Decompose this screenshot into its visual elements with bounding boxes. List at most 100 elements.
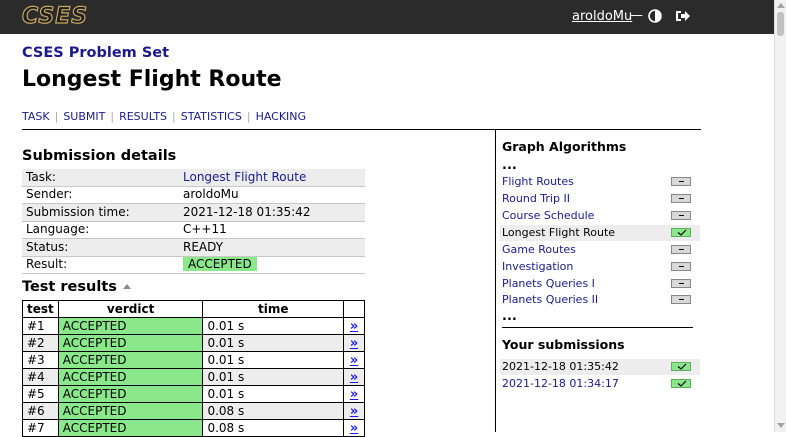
details-label: Task: (22, 169, 179, 187)
submission-item[interactable]: 2021-12-18 01:34:17 (500, 376, 700, 392)
sidebar-item-planets-queries-i[interactable]: Planets Queries I (500, 276, 700, 292)
nav-statistics[interactable]: STATISTICS (181, 110, 242, 123)
sidebar-ellipsis-bottom: ... (502, 309, 517, 324)
dash-icon (679, 249, 684, 250)
logout-icon[interactable] (675, 9, 691, 23)
test-verdict: ACCEPTED (57, 368, 204, 386)
checkmark-icon (677, 229, 687, 236)
details-label: Sender: (22, 186, 179, 204)
test-view-link[interactable]: » (350, 336, 358, 351)
details-row-task: Task: Longest Flight Route (22, 169, 365, 187)
test-number: #7 (22, 419, 59, 437)
test-results-table: test verdict time #1 ACCEPTED 0.01 s » #… (22, 300, 365, 437)
page-scrollbar[interactable] (774, 0, 786, 432)
test-time: 0.01 s (202, 317, 345, 335)
details-row-sender: Sender: aroldoMu (22, 186, 365, 204)
test-verdict: ACCEPTED (57, 419, 204, 437)
task-link[interactable]: Longest Flight Route (183, 170, 306, 184)
test-time: 0.01 s (202, 351, 345, 369)
user-separator: — (630, 8, 643, 23)
test-time: 0.08 s (202, 402, 345, 420)
sidebar-item-label: Longest Flight Route (502, 226, 616, 239)
username-link[interactable]: aroldoMu (572, 9, 632, 24)
table-row: #2 ACCEPTED 0.01 s » (22, 334, 365, 352)
test-time: 0.01 s (202, 334, 345, 352)
test-time: 0.01 s (202, 368, 345, 386)
nav-hacking[interactable]: HACKING (256, 110, 307, 123)
sidebar-item-label[interactable]: Planets Queries II (502, 292, 598, 308)
nav-submit[interactable]: SUBMIT (63, 110, 105, 123)
details-value: aroldoMu (179, 186, 365, 204)
sidebar-item-investigation[interactable]: Investigation (500, 259, 700, 275)
page-title: Longest Flight Route (22, 67, 282, 92)
details-label: Submission time: (22, 203, 179, 222)
task-status-unsolved (671, 194, 691, 203)
test-view-cell: » (343, 334, 365, 352)
dark-mode-icon[interactable] (648, 9, 662, 23)
dash-icon (679, 299, 684, 300)
sidebar-item-label[interactable]: Course Schedule (502, 208, 594, 224)
nav-results[interactable]: RESULTS (119, 110, 167, 123)
scroll-thumb[interactable] (777, 12, 784, 36)
submission-time-link[interactable]: 2021-12-18 01:34:17 (502, 376, 619, 392)
task-status-unsolved (671, 262, 691, 271)
column-header-time: time (202, 300, 345, 318)
column-header-link (343, 300, 365, 318)
task-status-unsolved (671, 245, 691, 254)
test-view-link[interactable]: » (350, 319, 358, 334)
details-value: 2021-12-18 01:35:42 (179, 203, 365, 222)
test-verdict: ACCEPTED (57, 385, 204, 403)
test-number: #1 (22, 317, 59, 335)
sidebar-item-label[interactable]: Planets Queries I (502, 276, 595, 292)
sidebar-ellipsis-top: ... (502, 158, 517, 173)
cses-logo[interactable]: CSES (21, 5, 88, 28)
test-view-link[interactable]: » (350, 370, 358, 385)
sidebar-item-planets-queries-ii[interactable]: Planets Queries II (500, 292, 700, 308)
test-view-link[interactable]: » (350, 421, 358, 436)
sidebar-item-longest-flight-route[interactable]: Longest Flight Route (500, 225, 700, 241)
details-row-result: Result: ACCEPTED (22, 256, 365, 274)
column-header-test: test (22, 300, 59, 318)
table-header-row: test verdict time (22, 300, 365, 318)
task-status-unsolved (671, 211, 691, 220)
scroll-up-arrow-icon[interactable] (777, 3, 785, 8)
test-view-link[interactable]: » (350, 387, 358, 402)
test-view-link[interactable]: » (350, 404, 358, 419)
test-view-cell: » (343, 351, 365, 369)
submission-details-table: Task: Longest Flight Route Sender: arold… (22, 169, 365, 274)
details-label: Language: (22, 221, 179, 239)
submission-item-current[interactable]: 2021-12-18 01:35:42 (500, 359, 700, 375)
test-number: #3 (22, 351, 59, 369)
details-row-language: Language: C++11 (22, 221, 365, 239)
test-view-cell: » (343, 419, 365, 437)
nav-separator: | (54, 110, 59, 123)
scroll-down-arrow-icon[interactable] (777, 423, 785, 428)
top-bar: CSES aroldoMu — (0, 0, 774, 34)
test-view-cell: » (343, 385, 365, 403)
details-row-status: Status: READY (22, 238, 365, 257)
task-status-unsolved (671, 279, 691, 288)
test-view-cell: » (343, 368, 365, 386)
table-row: #1 ACCEPTED 0.01 s » (22, 317, 365, 335)
dash-icon (679, 283, 684, 284)
task-status-unsolved (671, 295, 691, 304)
test-view-link[interactable]: » (350, 353, 358, 368)
details-label: Result: (22, 256, 179, 274)
sidebar-item-label[interactable]: Investigation (502, 259, 573, 275)
table-row: #7 ACCEPTED 0.08 s » (22, 419, 365, 437)
sidebar-item-label[interactable]: Game Routes (502, 242, 576, 258)
nav-task[interactable]: TASK (22, 110, 50, 123)
sidebar-section-divider (502, 327, 693, 328)
sidebar-item-course-schedule[interactable]: Course Schedule (500, 208, 700, 224)
test-results-heading[interactable]: Test results (22, 279, 131, 296)
details-value: READY (179, 238, 365, 257)
submission-time: 2021-12-18 01:35:42 (502, 360, 619, 373)
test-time: 0.08 s (202, 419, 345, 437)
sidebar-item-game-routes[interactable]: Game Routes (500, 242, 700, 258)
sidebar-item-label[interactable]: Flight Routes (502, 174, 574, 190)
sidebar-item-label[interactable]: Round Trip II (502, 191, 570, 207)
sidebar-item-flight-routes[interactable]: Flight Routes (500, 174, 700, 190)
sidebar-item-round-trip-ii[interactable]: Round Trip II (500, 191, 700, 207)
site-title[interactable]: CSES Problem Set (22, 45, 169, 62)
collapse-arrow-icon[interactable] (122, 284, 131, 289)
